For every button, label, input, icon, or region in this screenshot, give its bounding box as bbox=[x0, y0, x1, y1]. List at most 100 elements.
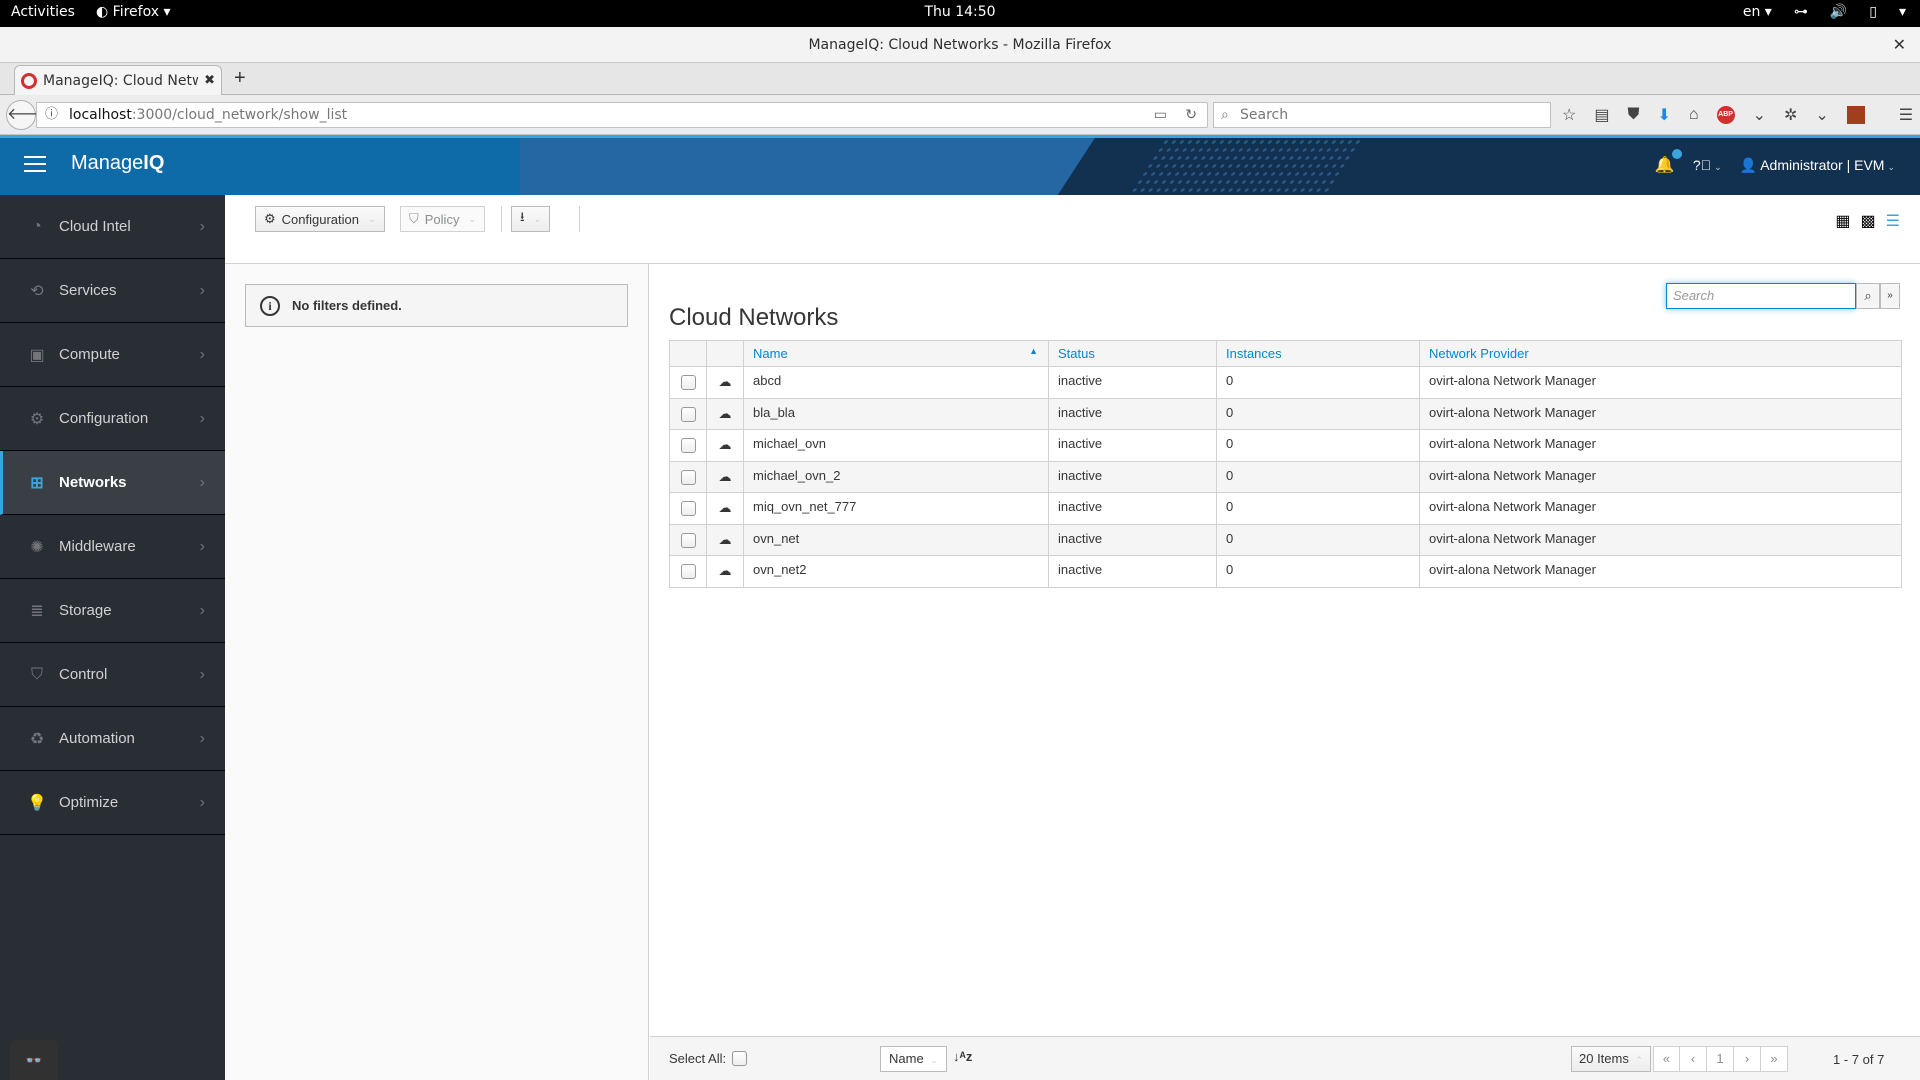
sidebar-item-label: Optimize bbox=[59, 794, 119, 811]
table-row[interactable]: ☁ abcd inactive 0 ovirt-alona Network Manage… bbox=[669, 366, 1902, 399]
chevron-right-icon: › bbox=[199, 409, 205, 427]
list-search-input[interactable]: Search bbox=[1666, 283, 1856, 309]
sidebar-item-networks[interactable]: ⊞ Networks › bbox=[0, 451, 225, 515]
back-arrow-icon[interactable]: 🡐 bbox=[6, 100, 50, 130]
first-page-icon[interactable]: « bbox=[1653, 1046, 1680, 1072]
search-submit-button[interactable]: ⌕ bbox=[1856, 283, 1880, 309]
sidebar-item-control[interactable]: ⛉ Control › bbox=[0, 643, 225, 707]
table-row[interactable]: ☁ ovn_net inactive 0 ovirt-alona Network Man… bbox=[669, 523, 1902, 556]
cell-instances: 0 bbox=[1216, 397, 1420, 430]
hamburger-menu-icon[interactable] bbox=[24, 156, 46, 172]
adblock-icon[interactable]: ABP bbox=[1716, 106, 1735, 124]
sort-field-dropdown[interactable]: Name ⌄ bbox=[880, 1046, 947, 1072]
row-checkbox[interactable] bbox=[680, 438, 696, 454]
browser-tab[interactable]: ManageIQ: Cloud Netw ✖ bbox=[14, 65, 222, 95]
chevron-right-icon: › bbox=[199, 281, 205, 299]
language-indicator[interactable]: en ▾ bbox=[1743, 4, 1772, 20]
items-per-page-dropdown[interactable]: 20 Items ⌃ bbox=[1571, 1046, 1652, 1072]
list-view-icon[interactable]: ☰ bbox=[1886, 211, 1900, 231]
row-checkbox[interactable] bbox=[680, 501, 696, 517]
column-header-status[interactable]: Status bbox=[1048, 340, 1217, 367]
row-checkbox[interactable] bbox=[680, 532, 696, 548]
site-info-icon[interactable]: ⓘ bbox=[45, 103, 58, 127]
cloud-network-icon: ☁ bbox=[706, 523, 744, 556]
sidebar-item-optimize[interactable]: 💡 Optimize › bbox=[0, 771, 225, 835]
downloads-icon[interactable]: ⬇ bbox=[1657, 105, 1670, 125]
sidebar-item-storage[interactable]: ≣ Storage › bbox=[0, 579, 225, 643]
download-button[interactable]: ⭳ ⌄ bbox=[511, 206, 551, 232]
row-checkbox-cell bbox=[669, 460, 707, 493]
table-row[interactable]: ☁ bla_bla inactive 0 ovirt-alona Network Man… bbox=[669, 397, 1902, 430]
table-row[interactable]: ☁ ovn_net2 inactive 0 ovirt-alona Network Ma… bbox=[669, 555, 1902, 588]
reading-list-icon[interactable]: ▤ bbox=[1594, 105, 1609, 125]
adblock-menu-icon[interactable]: ⌄ bbox=[1753, 105, 1766, 125]
table-row[interactable]: ☁ michael_ovn_2 inactive 0 ovirt-alona Netwo… bbox=[669, 460, 1902, 493]
user-menu[interactable]: 👤 Administrator | EVM ⌄ bbox=[1740, 157, 1895, 174]
new-tab-icon[interactable]: + bbox=[234, 67, 246, 90]
extension-menu-icon[interactable]: ⌄ bbox=[1815, 105, 1828, 125]
reload-icon[interactable]: ↻ bbox=[1185, 103, 1197, 127]
sidebar-item-cloud-intel[interactable]: ◔ Cloud Intel › bbox=[0, 195, 225, 259]
row-checkbox[interactable] bbox=[680, 564, 696, 580]
reader-view-icon[interactable]: ▭ bbox=[1154, 103, 1167, 127]
sort-direction-icon[interactable]: ↓ᴬz bbox=[953, 1049, 972, 1064]
configuration-button[interactable]: ⚙ Configuration ⌄ bbox=[255, 206, 385, 232]
url-bar[interactable]: ⓘ localhost:3000/cloud_network/show_list… bbox=[36, 102, 1208, 128]
cloud-network-icon: ☁ bbox=[706, 429, 744, 462]
cell-name: abcd bbox=[743, 366, 1049, 399]
chevron-down-icon: ⌄ bbox=[533, 213, 542, 224]
per-page-label: 20 Items bbox=[1579, 1051, 1629, 1066]
sidebar-item-compute[interactable]: ▣ Compute › bbox=[0, 323, 225, 387]
column-label: Status bbox=[1058, 346, 1095, 361]
middleware-icon: ✺ bbox=[30, 538, 44, 556]
grid-view-icon[interactable]: ▦ bbox=[1835, 211, 1850, 231]
current-page[interactable]: 1 bbox=[1707, 1046, 1734, 1072]
sidebar-item-services[interactable]: ⟲ Services › bbox=[0, 259, 225, 323]
bookmark-star-icon[interactable]: ☆ bbox=[1562, 105, 1576, 125]
tab-close-icon[interactable]: ✖ bbox=[204, 73, 215, 88]
row-checkbox[interactable] bbox=[680, 469, 696, 485]
activities-button[interactable]: Activities bbox=[11, 4, 75, 20]
table-row[interactable]: ☁ michael_ovn inactive 0 ovirt-alona Network… bbox=[669, 429, 1902, 462]
column-header-instances[interactable]: Instances bbox=[1216, 340, 1420, 367]
column-header-network-provider[interactable]: Network Provider bbox=[1419, 340, 1902, 367]
policy-button[interactable]: ⛉ Policy ⌄ bbox=[400, 206, 485, 232]
eyeglasses-icon[interactable]: 👓 bbox=[10, 1040, 58, 1080]
app-header: ManageIQ 🔔 ?⃝ ⌄ 👤 Administrator | EVM ⌄ bbox=[0, 135, 1920, 195]
select-all-checkbox[interactable] bbox=[732, 1051, 748, 1066]
last-page-icon[interactable]: » bbox=[1761, 1046, 1788, 1072]
sidebar-item-middleware[interactable]: ✺ Middleware › bbox=[0, 515, 225, 579]
table-row[interactable]: ☁ miq_ovn_net_777 inactive 0 ovirt-alona Net… bbox=[669, 492, 1902, 525]
row-checkbox[interactable] bbox=[680, 375, 696, 391]
sidebar-item-label: Configuration bbox=[59, 410, 149, 427]
window-close-icon[interactable]: ✕ bbox=[1893, 27, 1906, 63]
window-titlebar: ManageIQ: Cloud Networks - Mozilla Firef… bbox=[0, 27, 1920, 63]
app-menu[interactable]: ◐ Firefox ▾ bbox=[96, 4, 171, 20]
advanced-search-toggle[interactable]: » bbox=[1880, 283, 1900, 309]
previous-page-icon[interactable]: ‹ bbox=[1680, 1046, 1707, 1072]
cell-name: michael_ovn_2 bbox=[743, 460, 1049, 493]
clock[interactable]: Thu 14:50 bbox=[0, 4, 1920, 20]
download-icon: ⭳ bbox=[520, 209, 525, 224]
pocket-icon[interactable]: ⛊ bbox=[1627, 106, 1639, 124]
notifications-bell-icon[interactable]: 🔔 bbox=[1655, 149, 1682, 175]
brand-logo[interactable]: ManageIQ bbox=[71, 152, 164, 175]
column-header-name[interactable]: Name ▲ bbox=[743, 340, 1049, 367]
next-page-icon[interactable]: › bbox=[1734, 1046, 1761, 1072]
tile-view-icon[interactable]: ▩ bbox=[1861, 211, 1876, 231]
extension-icon[interactable] bbox=[1846, 106, 1865, 124]
network-topology-icon: ⊞ bbox=[30, 474, 44, 492]
cell-status: inactive bbox=[1048, 523, 1217, 556]
sidebar-item-configuration[interactable]: ⚙ Configuration › bbox=[0, 387, 225, 451]
help-menu[interactable]: ?⃝ ⌄ bbox=[1693, 157, 1722, 173]
system-menu-caret-icon[interactable]: ▾ bbox=[1899, 4, 1906, 20]
extension-bug-icon[interactable]: ✲ bbox=[1784, 105, 1797, 125]
browser-search-input[interactable]: ⌕ Search bbox=[1213, 102, 1551, 128]
browser-menu-icon[interactable]: ☰ bbox=[1899, 105, 1913, 125]
system-tray[interactable]: en ▾ ⊶ 🔊 ▯ ▾ bbox=[1743, 4, 1906, 20]
sidebar-item-automation[interactable]: ♻ Automation › bbox=[0, 707, 225, 771]
row-checkbox[interactable] bbox=[680, 406, 696, 422]
shield-icon: ⛉ bbox=[30, 665, 43, 683]
home-icon[interactable]: ⌂ bbox=[1689, 106, 1699, 124]
view-switcher: ▦ ▩ ☰ bbox=[1835, 211, 1900, 231]
